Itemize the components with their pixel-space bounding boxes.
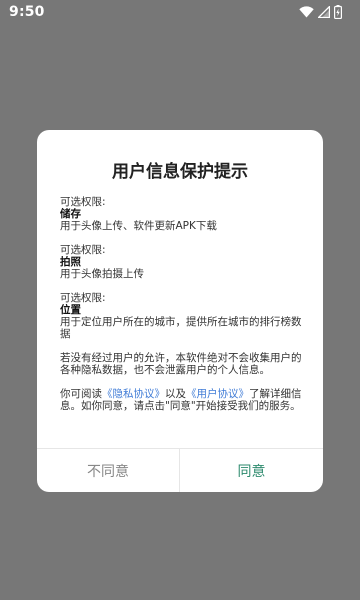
permission-name: 拍照: [60, 256, 81, 268]
dialog-body: 可选权限: 储存 用于头像上传、软件更新APK下载 可选权限: 拍照 用于头像拍…: [60, 196, 305, 424]
agreement-prefix: 你可阅读: [60, 388, 102, 400]
dialog-title: 用户信息保护提示: [112, 162, 248, 182]
permission-location: 可选权限: 位置 用于定位用户所在的城市，提供所在城市的排行榜数据: [60, 292, 305, 340]
wifi-icon: [299, 6, 314, 18]
battery-icon: [334, 5, 342, 19]
agreement-text: 你可阅读《隐私协议》以及《用户协议》了解详细信息。如你同意，请点击"同意"开始接…: [60, 388, 305, 412]
permission-desc: 用于头像拍摄上传: [60, 268, 144, 280]
permission-label: 可选权限:: [60, 292, 106, 304]
permission-desc: 用于定位用户所在的城市，提供所在城市的排行榜数据: [60, 316, 302, 340]
permission-label: 可选权限:: [60, 196, 106, 208]
agreement-and: 以及: [165, 388, 186, 400]
agree-button[interactable]: 同意: [180, 449, 323, 492]
permission-name: 储存: [60, 208, 81, 220]
disagree-button[interactable]: 不同意: [37, 449, 179, 492]
permission-name: 位置: [60, 304, 81, 316]
permission-desc: 用于头像上传、软件更新APK下载: [60, 220, 217, 232]
permission-label: 可选权限:: [60, 244, 106, 256]
permission-storage: 可选权限: 储存 用于头像上传、软件更新APK下载: [60, 196, 305, 232]
user-agreement-link[interactable]: 《用户协议》: [186, 388, 249, 400]
permission-camera: 可选权限: 拍照 用于头像拍摄上传: [60, 244, 305, 280]
status-time: 9:50: [9, 4, 45, 20]
privacy-policy-link[interactable]: 《隐私协议》: [102, 388, 165, 400]
signal-icon: [318, 6, 330, 18]
privacy-statement: 若没有经过用户的允许，本软件绝对不会收集用户的各种隐私数据，也不会泄露用户的个人…: [60, 352, 302, 376]
status-bar: 9:50: [0, 0, 360, 24]
privacy-dialog: 用户信息保护提示 可选权限: 储存 用于头像上传、软件更新APK下载 可选权限:…: [37, 130, 323, 492]
status-icons: [299, 4, 342, 20]
